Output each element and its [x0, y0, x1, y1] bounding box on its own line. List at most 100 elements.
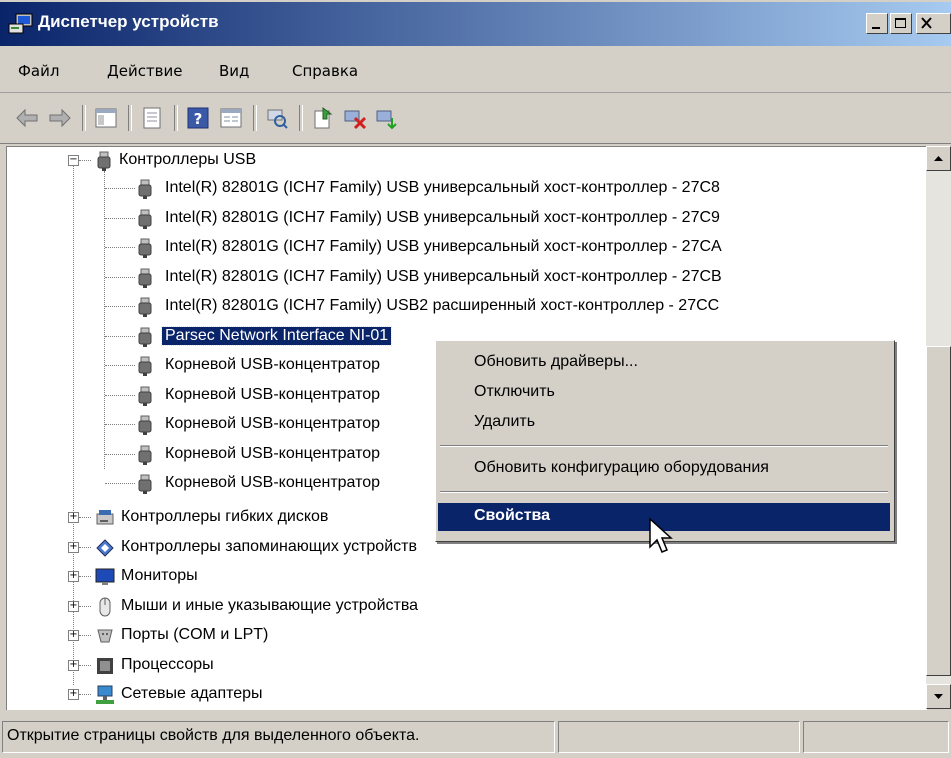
minimize-button[interactable]: [866, 13, 888, 34]
expand-toggle-icon[interactable]: +: [68, 600, 79, 612]
title-bar[interactable]: Диспетчер устройств: [0, 2, 951, 46]
back-icon[interactable]: [15, 106, 39, 130]
status-panel-3: [803, 721, 949, 753]
tree-device-label: Корневой USB-концентратор: [165, 385, 381, 403]
ctx-separator: [440, 445, 888, 447]
tree-connector: [105, 276, 135, 278]
tree-device-row[interactable]: Intel(R) 82801G (ICH7 Family) USB универ…: [7, 175, 927, 203]
tree-category-label: Порты (COM и LPT): [121, 626, 269, 643]
network-adapter-icon: [95, 685, 115, 705]
menu-help[interactable]: Справка: [292, 62, 358, 80]
menu-file[interactable]: Файл: [18, 62, 59, 80]
uninstall-device-icon[interactable]: [375, 106, 399, 130]
scroll-down-button[interactable]: [926, 684, 951, 709]
cat-processors[interactable]: + Процессоры: [7, 652, 927, 680]
ctx-uninstall[interactable]: Удалить: [438, 409, 890, 437]
menu-action[interactable]: Действие: [107, 62, 183, 80]
close-button[interactable]: [916, 13, 951, 34]
tree-category-label: Контроллеры запоминающих устройств: [121, 537, 417, 555]
view-icon[interactable]: [219, 106, 243, 130]
tree-category-label: Сетевые адаптеры: [121, 685, 263, 702]
tree-connector: [105, 365, 135, 366]
cat-network-adapters[interactable]: + Сетевые адаптеры: [7, 681, 927, 709]
tree-device-label: Intel(R) 82801G (ICH7 Family) USB универ…: [165, 267, 722, 285]
storage-controller-icon: [95, 538, 115, 558]
tree-device-label: Intel(R) 82801G (ICH7 Family) USB универ…: [165, 208, 720, 226]
usb-plug-icon: [135, 327, 155, 347]
expand-toggle-icon[interactable]: +: [68, 689, 79, 700]
tree-device-label: Intel(R) 82801G (ICH7 Family) USB2 расши…: [165, 297, 720, 314]
toolbar-separator: [253, 105, 257, 131]
menu-view[interactable]: Вид: [219, 62, 249, 80]
status-panel-main: Открытие страницы свойств для выделенног…: [2, 721, 555, 753]
tree-connector: [105, 483, 135, 484]
ctx-scan-hardware[interactable]: Обновить конфигурацию оборудования: [438, 455, 890, 483]
usb-plug-icon: [97, 151, 111, 171]
tree-connector: [79, 694, 91, 695]
maximize-button[interactable]: [890, 13, 912, 34]
disable-device-icon[interactable]: [343, 106, 367, 130]
tree-category-label: Процессоры: [121, 655, 214, 673]
tree-category-usb[interactable]: − Контроллеры USB: [7, 147, 927, 175]
usb-plug-icon: [135, 209, 155, 229]
tree-connector: [105, 247, 135, 248]
tree-connector: [79, 160, 91, 161]
scroll-thumb[interactable]: [926, 346, 951, 676]
cat-monitors[interactable]: + Мониторы: [7, 563, 927, 591]
floppy-controller-icon: [95, 508, 115, 528]
scan-hardware-icon[interactable]: [265, 106, 289, 130]
toolbar-separator: [299, 105, 303, 131]
scroll-up-button[interactable]: [926, 146, 951, 171]
expand-toggle-icon[interactable]: +: [68, 571, 79, 582]
tree-device-row[interactable]: Intel(R) 82801G (ICH7 Family) USB универ…: [7, 205, 927, 233]
tree-connector: [105, 306, 135, 307]
expand-toggle-icon[interactable]: +: [68, 630, 79, 641]
usb-plug-icon: [135, 415, 155, 435]
maximize-icon: [895, 18, 906, 28]
cat-ports[interactable]: + Порты (COM и LPT): [7, 622, 927, 650]
tree-device-label: Корневой USB-концентратор: [165, 356, 381, 373]
tree-device-row[interactable]: Intel(R) 82801G (ICH7 Family) USB универ…: [7, 264, 927, 292]
expand-toggle-icon[interactable]: +: [68, 512, 79, 523]
tree-category-label: Мониторы: [121, 567, 198, 584]
usb-plug-icon: [135, 356, 155, 376]
ctx-item-label: Свойства: [474, 507, 551, 524]
tree-connector: [105, 217, 135, 219]
expand-toggle-icon[interactable]: +: [68, 659, 79, 671]
minimize-icon: [872, 27, 880, 29]
ctx-item-label: Удалить: [474, 413, 536, 430]
scroll-up-icon: [934, 156, 943, 161]
tree-connector: [105, 424, 135, 425]
context-menu: Обновить драйверы... Отключить Удалить О…: [435, 340, 895, 542]
tree-connector: [105, 394, 135, 396]
properties-icon[interactable]: [140, 106, 164, 130]
tree-device-label: Parsec Network Interface NI-01: [160, 325, 393, 346]
tree-device-label: Intel(R) 82801G (ICH7 Family) USB универ…: [165, 179, 720, 196]
update-driver-icon[interactable]: [311, 106, 335, 130]
tree-device-row[interactable]: Intel(R) 82801G (ICH7 Family) USB2 расши…: [7, 293, 927, 321]
menu-bar: Файл Действие Вид Справка: [0, 50, 951, 93]
help-icon[interactable]: ?: [186, 106, 210, 130]
toolbar-separator: [82, 105, 86, 131]
ctx-disable[interactable]: Отключить: [438, 379, 890, 407]
tree-connector: [79, 517, 91, 518]
toolbar-separator: [128, 105, 132, 131]
toolbar: ?: [0, 93, 951, 144]
ctx-update-drivers[interactable]: Обновить драйверы...: [438, 349, 890, 377]
usb-plug-icon: [135, 474, 155, 494]
monitor-icon: [95, 567, 115, 587]
tree-device-row[interactable]: Intel(R) 82801G (ICH7 Family) USB универ…: [7, 234, 927, 262]
tree-category-label: Мыши и иные указывающие устройства: [121, 596, 419, 614]
vertical-scrollbar[interactable]: [926, 146, 951, 709]
forward-icon[interactable]: [48, 106, 72, 130]
usb-plug-icon: [135, 386, 155, 406]
usb-plug-icon: [135, 445, 155, 465]
usb-plug-icon: [135, 238, 155, 258]
cat-mice[interactable]: + Мыши и иные указывающие устройства: [7, 593, 927, 621]
tree-device-label: Корневой USB-концентратор: [165, 474, 381, 491]
mouse-icon: [95, 597, 115, 617]
expand-toggle-icon[interactable]: +: [68, 541, 79, 553]
tree-device-label: Корневой USB-концентратор: [165, 415, 381, 432]
console-tree-icon[interactable]: [94, 106, 118, 130]
status-panel-2: [558, 721, 800, 753]
